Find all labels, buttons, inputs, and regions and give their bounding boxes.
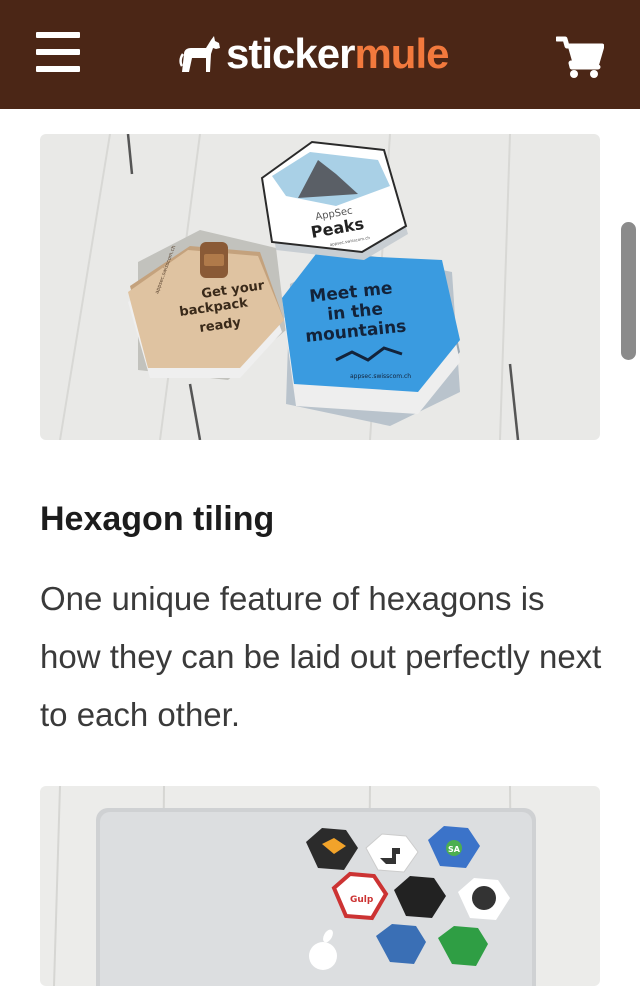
sticker-blue-url: appsec.swisscom.ch <box>350 373 411 380</box>
menu-line <box>36 49 80 55</box>
laptop-hexagon-stickers-photo: SA Gulp <box>40 786 600 986</box>
scrollbar-thumb[interactable] <box>621 222 636 360</box>
section-paragraph: One unique feature of hexagons is how th… <box>40 580 602 733</box>
logo-text-sticker: sticker <box>226 30 355 77</box>
logo-text-mule: mule <box>354 30 449 77</box>
menu-line <box>36 32 80 38</box>
shopping-cart-icon[interactable] <box>556 36 604 78</box>
sa-sticker-label: SA <box>448 845 461 854</box>
menu-line <box>36 66 80 72</box>
hexagon-stickers-photo: Get your backpack ready appsec.swisscom.… <box>40 134 600 440</box>
mule-icon <box>179 36 220 72</box>
stickermule-logo[interactable]: sticker mule <box>178 28 449 80</box>
section-heading: Hexagon tiling <box>40 500 275 538</box>
gulp-sticker-label: Gulp <box>350 895 374 905</box>
hamburger-menu-icon[interactable] <box>36 32 82 74</box>
top-navigation-bar: sticker mule <box>0 0 640 109</box>
